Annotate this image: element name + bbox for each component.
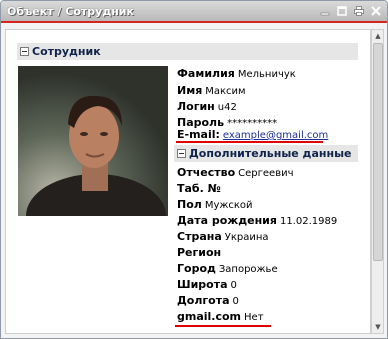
latitude-value: 0 — [230, 280, 237, 291]
collapse-icon[interactable] — [177, 149, 186, 158]
print-icon[interactable] — [354, 6, 364, 16]
field-city: Город Запорожье — [177, 262, 278, 276]
surname-value: Мельничук — [237, 69, 296, 80]
gender-label: Пол — [177, 198, 202, 211]
gmail-value: Нет — [244, 312, 264, 323]
field-name: Имя Максим — [177, 84, 246, 98]
collapse-icon[interactable] — [20, 47, 29, 56]
content-panel: Сотрудник Фамилия Мельничук Имя Максим Л… — [5, 29, 371, 334]
scroll-up-icon[interactable]: ▲ — [373, 31, 383, 41]
birthdate-value: 11.02.1989 — [279, 216, 338, 227]
field-region: Регион — [177, 246, 224, 260]
field-tab-no: Таб. № — [177, 182, 224, 196]
gmail-label: gmail.com — [177, 310, 242, 323]
subsection-title: Дополнительные данные — [189, 147, 352, 160]
email-link[interactable]: example@gmail.com — [223, 130, 328, 141]
gmail-highlight-line — [175, 325, 271, 327]
field-birthdate: Дата рождения 11.02.1989 — [177, 214, 337, 228]
title-bar: Объект / Сотрудник — [1, 1, 387, 23]
field-gmail: gmail.com Нет — [177, 310, 264, 324]
close-icon[interactable] — [371, 6, 381, 16]
email-highlight-line — [176, 141, 323, 143]
window-title: Объект / Сотрудник — [7, 5, 134, 18]
field-email: E-mail: example@gmail.com — [177, 128, 328, 142]
login-label: Логин — [177, 100, 215, 113]
field-surname: Фамилия Мельничук — [177, 67, 296, 81]
name-value: Максим — [205, 86, 246, 97]
vertical-scrollbar[interactable]: ▲ ▼ — [371, 29, 384, 334]
maximize-icon[interactable] — [337, 6, 347, 16]
birthdate-label: Дата рождения — [177, 214, 277, 227]
window-controls — [320, 6, 381, 16]
country-label: Страна — [177, 230, 222, 243]
region-label: Регион — [177, 246, 222, 259]
latitude-label: Широта — [177, 278, 228, 291]
patronymic-value: Сергеевич — [238, 168, 294, 179]
patronymic-label: Отчество — [177, 166, 236, 179]
scroll-down-icon[interactable]: ▼ — [373, 322, 383, 332]
city-label: Город — [177, 262, 216, 275]
surname-label: Фамилия — [177, 67, 235, 80]
field-gender: Пол Мужской — [177, 198, 253, 212]
tab-no-label: Таб. № — [177, 182, 221, 195]
employee-photo — [18, 66, 168, 216]
section-header-employee[interactable]: Сотрудник — [17, 43, 358, 60]
city-value: Запорожье — [218, 264, 278, 275]
longitude-label: Долгота — [177, 294, 230, 307]
field-patronymic: Отчество Сергеевич — [177, 166, 294, 180]
section-title: Сотрудник — [32, 45, 101, 58]
name-label: Имя — [177, 84, 203, 97]
field-longitude: Долгота 0 — [177, 294, 239, 308]
employee-window: Объект / Сотрудник Сотрудник Фамилия Мел… — [0, 0, 388, 339]
email-label: E-mail: — [177, 128, 220, 141]
section-header-additional[interactable]: Дополнительные данные — [174, 145, 358, 162]
minimize-icon[interactable] — [320, 6, 330, 16]
scroll-thumb[interactable] — [373, 43, 383, 261]
employee-photo-graphic — [18, 66, 168, 216]
country-value: Украина — [224, 232, 269, 243]
login-value: u42 — [217, 102, 237, 113]
gender-value: Мужской — [204, 200, 253, 211]
field-country: Страна Украина — [177, 230, 269, 244]
field-latitude: Широта 0 — [177, 278, 237, 292]
longitude-value: 0 — [232, 296, 239, 307]
field-login: Логин u42 — [177, 100, 237, 114]
